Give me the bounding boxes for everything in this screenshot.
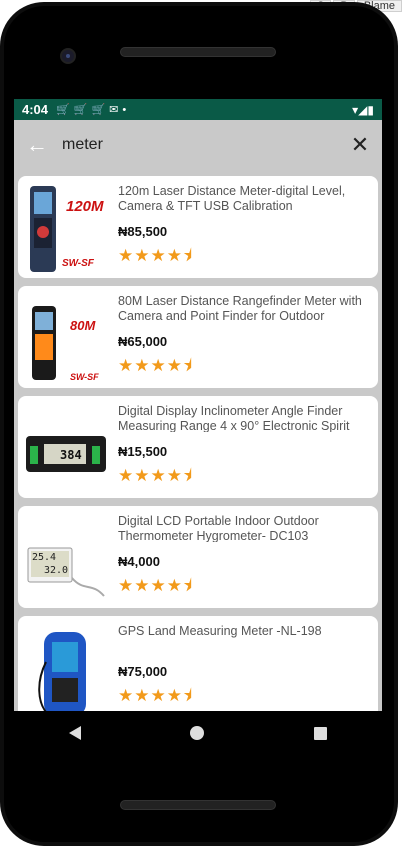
nav-back-icon[interactable]	[68, 726, 81, 740]
close-icon[interactable]: ✕	[350, 132, 370, 158]
thumb-humidity-text: 32.0	[44, 565, 69, 576]
product-info: 120m Laser Distance Meter-digital Level,…	[110, 182, 374, 272]
product-info: 80M Laser Distance Rangefinder Meter wit…	[110, 292, 374, 382]
product-card[interactable]: 25.4 32.0 Digital LCD Portable Indoor Ou…	[18, 506, 378, 608]
star-rating-icon: ★★★★⯨	[118, 246, 193, 265]
star-rating-icon: ★★★★⯨	[118, 356, 193, 375]
product-info: GPS Land Measuring Meter -NL-198 ₦75,000…	[110, 622, 374, 711]
product-image: 25.4 32.0	[22, 512, 110, 604]
thumb-sub-text: SW-SF	[62, 258, 94, 269]
product-title[interactable]: Digital Display Inclinometer Angle Finde…	[118, 404, 374, 432]
cart-notification-icon: 🛒	[73, 104, 88, 116]
product-price: ₦15,500	[118, 444, 168, 459]
product-list: 120M SW-SF 120m Laser Distance Meter-dig…	[14, 170, 382, 711]
thumb-temp-text: 25.4	[32, 552, 57, 563]
product-image: 80M SW-SF	[22, 292, 110, 384]
product-title[interactable]: 120m Laser Distance Meter-digital Level,…	[118, 184, 374, 212]
product-card[interactable]: 80M SW-SF 80M Laser Distance Rangefinder…	[18, 286, 378, 388]
cart-notification-icon: 🛒	[91, 104, 106, 116]
star-rating-icon: ★★★★⯨	[118, 466, 193, 485]
product-title[interactable]: 80M Laser Distance Rangefinder Meter wit…	[118, 294, 374, 322]
product-info: Digital LCD Portable Indoor Outdoor Ther…	[110, 512, 374, 602]
thumb-display-text: 384	[60, 448, 82, 462]
thumb-brand-text: 120M	[66, 198, 104, 215]
search-input[interactable]: meter	[62, 136, 350, 154]
product-title[interactable]: GPS Land Measuring Meter -NL-198	[118, 624, 374, 652]
product-price: ₦4,000	[118, 554, 160, 569]
more-notifications-dot: •	[122, 103, 127, 116]
arrow-left-icon[interactable]: ←	[26, 132, 52, 158]
product-title[interactable]: Digital LCD Portable Indoor Outdoor Ther…	[118, 514, 374, 542]
thumb-sub-text: SW-SF	[70, 372, 99, 382]
product-card[interactable]: 120M SW-SF 120m Laser Distance Meter-dig…	[18, 176, 378, 278]
app-screen: 4:04 🛒 🛒 🛒 ✉ • ▾◢▮ ← meter ✕ 120M SW-SF	[14, 99, 382, 711]
star-rating-icon: ★★★★⯨	[118, 686, 193, 705]
status-indicators: ▾◢▮	[352, 103, 374, 117]
status-bar: 4:04 🛒 🛒 🛒 ✉ • ▾◢▮	[14, 99, 382, 120]
front-camera-icon	[60, 48, 76, 64]
product-price: ₦65,000	[118, 334, 168, 349]
search-toolbar: ← meter ✕	[14, 120, 382, 170]
bottom-speaker	[120, 800, 276, 810]
product-image: 384	[22, 402, 110, 494]
cart-notification-icon: 🛒	[56, 104, 70, 116]
product-card[interactable]: GPS Land Measuring Meter -NL-198 ₦75,000…	[18, 616, 378, 711]
earpiece-speaker	[120, 47, 276, 57]
thumb-brand-text: 80M	[70, 318, 96, 333]
product-price: ₦75,000	[118, 664, 168, 679]
nav-recent-icon[interactable]	[314, 726, 328, 740]
nav-home-icon[interactable]	[190, 726, 205, 740]
system-nav-bar	[14, 711, 382, 755]
product-price: ₦85,500	[118, 224, 168, 239]
mail-notification-icon: ✉	[109, 104, 119, 116]
product-card[interactable]: 384 Digital Display Inclinometer Angle F…	[18, 396, 378, 498]
star-rating-icon: ★★★★⯨	[118, 576, 193, 595]
signal-battery-icon: ▾◢▮	[352, 102, 374, 117]
product-info: Digital Display Inclinometer Angle Finde…	[110, 402, 374, 492]
status-time: 4:04	[22, 102, 49, 117]
product-image: 120M SW-SF	[22, 182, 110, 274]
product-image	[22, 622, 110, 711]
